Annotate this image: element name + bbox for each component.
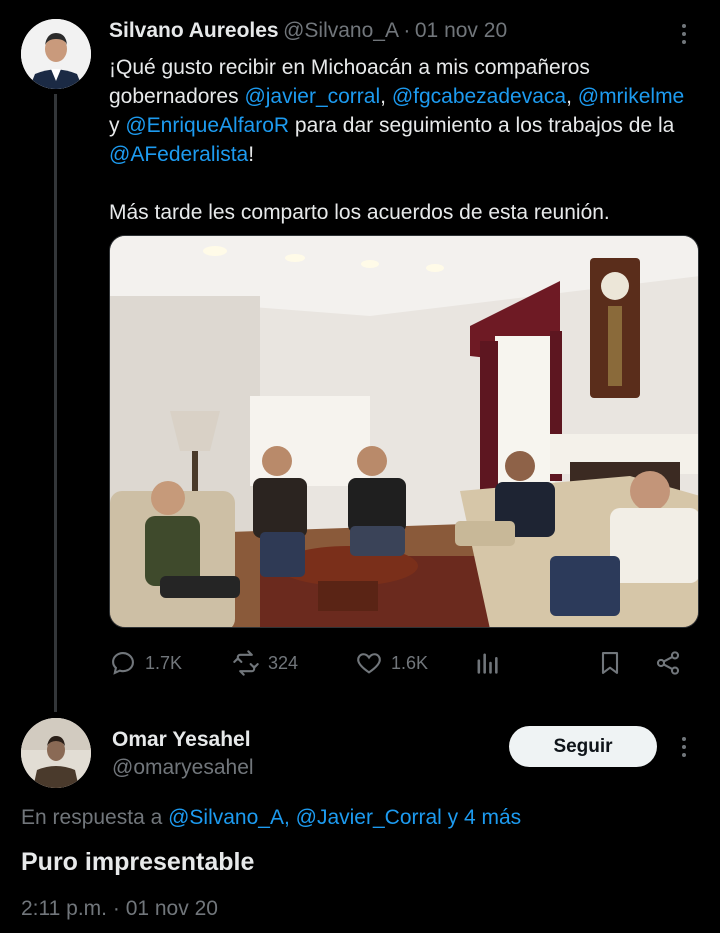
views-action[interactable] [473, 645, 501, 681]
mention-link[interactable]: @AFederalista [109, 143, 248, 166]
meeting-room-photo [110, 236, 698, 627]
avatar-photo [21, 718, 91, 788]
separator: · [403, 19, 411, 42]
tweet-thread: Silvano Aureoles @Silvano_A · 01 nov 20 … [0, 0, 720, 933]
bookmark-action[interactable] [596, 645, 624, 681]
tweet-header: Silvano Aureoles @Silvano_A · 01 nov 20 [109, 19, 507, 43]
reply-action[interactable]: 1.7K [109, 645, 182, 681]
avatar[interactable] [21, 19, 91, 89]
mention-link[interactable]: @javier_corral [244, 85, 380, 108]
replying-to: En respuesta a @Silvano_A, @Javier_Corra… [21, 806, 522, 829]
retweet-action[interactable]: 324 [232, 645, 298, 681]
avatar[interactable] [21, 718, 91, 788]
reply-header: Omar Yesahel @omaryesahel [112, 726, 254, 782]
author-handle[interactable]: @Silvano_A [283, 19, 399, 42]
share-action[interactable] [654, 645, 682, 681]
reply-icon [112, 652, 134, 675]
replying-to-mentions[interactable]: @Silvano_A, @Javier_Corral y 4 más [168, 806, 521, 829]
tweet-text-paragraph: Más tarde les comparto los acuerdos de e… [109, 201, 610, 224]
follow-button[interactable]: Seguir [509, 726, 657, 767]
avatar-photo [21, 19, 91, 89]
reply-timestamp[interactable]: 2:11 p.m. · 01 nov 20 [21, 897, 218, 921]
retweet-count: 324 [268, 652, 299, 673]
reply-text: Puro impresentable [21, 848, 255, 876]
bookmark-icon [601, 652, 619, 674]
analytics-icon [477, 653, 498, 674]
heart-icon [357, 653, 381, 674]
tweet-actions: 1.7K 324 1.6K [109, 645, 699, 681]
mention-link[interactable]: @EnriqueAlfaroR [125, 114, 289, 137]
more-options-icon[interactable] [672, 20, 696, 48]
like-action[interactable]: 1.6K [355, 645, 428, 681]
author-name[interactable]: Silvano Aureoles [109, 19, 279, 42]
mention-link[interactable]: @fgcabezadevaca [392, 85, 566, 108]
tweet-date[interactable]: 01 nov 20 [415, 19, 507, 42]
tweet-photo[interactable] [109, 235, 699, 628]
author-handle[interactable]: @omaryesahel [112, 754, 254, 782]
tweet-text: ¡Qué gusto recibir en Michoacán a mis co… [109, 53, 699, 227]
author-name[interactable]: Omar Yesahel [112, 726, 254, 754]
retweet-icon [233, 650, 259, 676]
like-count: 1.6K [391, 652, 429, 673]
reply-count: 1.7K [145, 652, 183, 673]
more-options-icon[interactable] [672, 733, 696, 761]
thread-line [54, 94, 57, 712]
share-icon [656, 651, 680, 675]
mention-link[interactable]: @mrikelme [578, 85, 685, 108]
